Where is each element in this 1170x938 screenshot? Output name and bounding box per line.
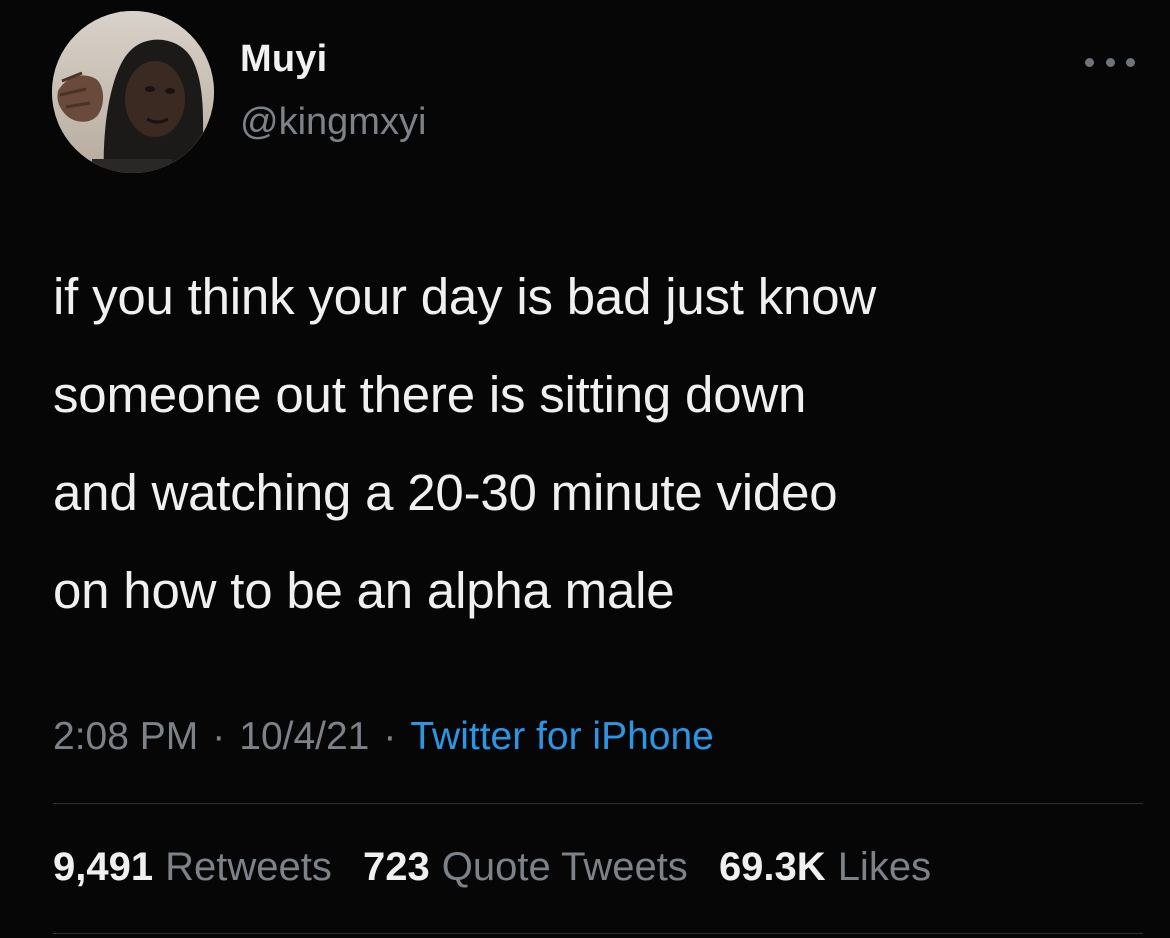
tweet-source-link[interactable]: Twitter for iPhone: [410, 715, 713, 758]
dot: [1126, 57, 1135, 67]
retweets-count: 9,491: [53, 845, 154, 889]
retweets-stat[interactable]: 9,491 Retweets: [53, 845, 332, 889]
tweet-card: Muyi @kingmxyi if you think your day is …: [0, 0, 1170, 938]
tweet-time: 2:08 PM: [53, 715, 199, 758]
divider: [53, 933, 1143, 934]
tweet-text: if you think your day is bad just know s…: [53, 268, 876, 619]
tweet-stats: 9,491 Retweets 723 Quote Tweets 69.3K Likes: [53, 845, 951, 890]
retweets-label: Retweets: [165, 845, 332, 889]
quote-tweets-stat[interactable]: 723 Quote Tweets: [363, 845, 688, 889]
profile-photo-icon: [52, 11, 214, 173]
likes-stat[interactable]: 69.3K Likes: [719, 845, 931, 889]
quotes-count: 723: [362, 845, 430, 889]
separator: ·: [212, 715, 226, 758]
quotes-label: Quote Tweets: [441, 845, 688, 889]
user-name[interactable]: Muyi: [240, 38, 327, 81]
more-options-icon[interactable]: [1085, 50, 1135, 74]
separator: ·: [383, 715, 397, 758]
dot: [1105, 57, 1115, 67]
avatar[interactable]: [52, 11, 214, 173]
tweet-meta: 2:08 PM · 10/4/21 · Twitter for iPhone: [53, 715, 714, 759]
likes-count: 69.3K: [718, 845, 826, 889]
divider: [53, 803, 1143, 804]
user-handle[interactable]: @kingmxyi: [240, 101, 426, 144]
likes-label: Likes: [837, 845, 932, 889]
tweet-date: 10/4/21: [239, 715, 370, 758]
dot: [1085, 57, 1094, 67]
